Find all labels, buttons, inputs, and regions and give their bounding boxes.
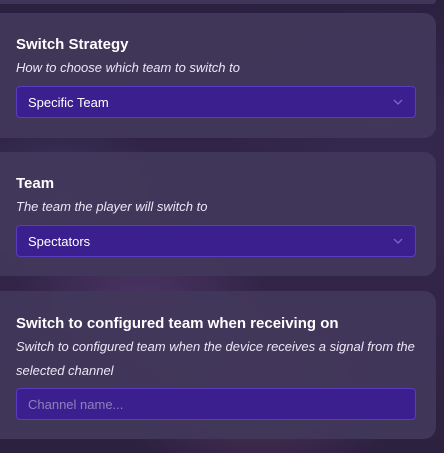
previous-card-edge [0,0,436,4]
team-selected-value: Spectators [28,234,91,249]
switch-strategy-title: Switch Strategy [16,36,129,53]
receive-channel-description: Switch to configured team when the devic… [16,339,415,378]
switch-strategy-card: Switch Strategy How to choose which team… [0,13,436,138]
switch-strategy-selected-value: Specific Team [28,95,109,110]
switch-strategy-select[interactable]: Specific Team [16,86,416,118]
chevron-down-icon [393,238,403,244]
switch-strategy-description: How to choose which team to switch to [16,60,240,75]
team-description: The team the player will switch to [16,199,208,214]
team-card: Team The team the player will switch to … [0,152,436,276]
receive-channel-card: Switch to configured team when receiving… [0,291,436,439]
team-select[interactable]: Spectators [16,225,416,257]
receive-channel-title: Switch to configured team when receiving… [16,315,339,332]
channel-name-input[interactable] [16,388,416,420]
team-title: Team [16,175,55,192]
chevron-down-icon [393,99,403,105]
